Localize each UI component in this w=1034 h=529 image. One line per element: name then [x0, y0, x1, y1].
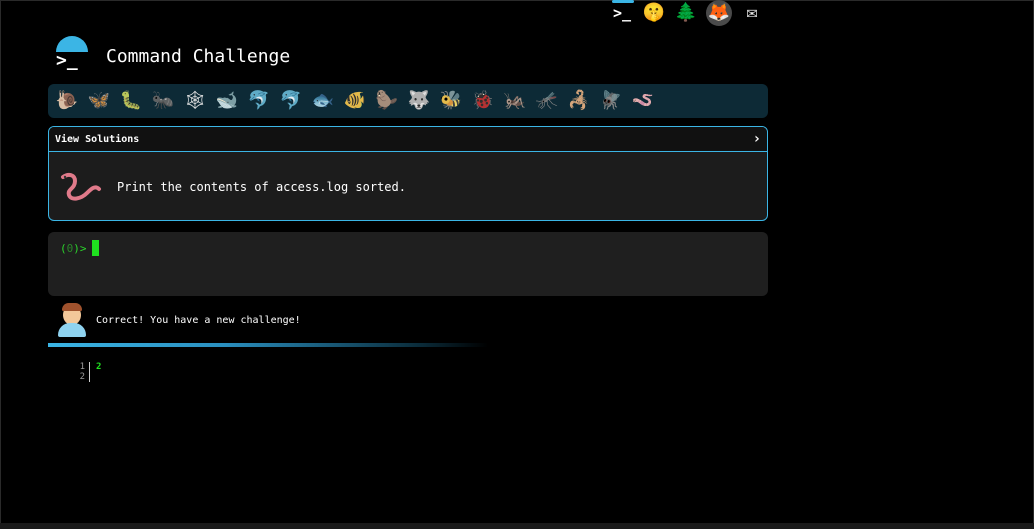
challenge-panel: View Solutions › Print the contents of a…	[48, 126, 768, 221]
command-output: 2	[96, 362, 101, 382]
spider-web-icon[interactable]: 🕸	[182, 88, 208, 114]
view-solutions-toggle[interactable]: View Solutions ›	[49, 127, 767, 152]
app-logo[interactable]: >_	[52, 36, 90, 72]
worm-icon[interactable]: 🪱	[630, 88, 656, 114]
terminal-prompt: (0)>	[60, 242, 87, 255]
caterpillar-icon[interactable]: 🐛	[118, 88, 144, 114]
tropical-fish-icon[interactable]: 🐠	[342, 88, 368, 114]
avatar	[56, 303, 88, 337]
divider-bar	[48, 343, 488, 347]
worm-icon	[61, 172, 101, 201]
ladybug-icon[interactable]: 🐞	[470, 88, 496, 114]
output-line: 2	[96, 362, 102, 372]
avatar-body	[58, 323, 86, 337]
bee-icon[interactable]: 🐝	[438, 88, 464, 114]
line-number: 1	[79, 362, 85, 372]
dolphin-icon-2[interactable]: 🐬	[278, 88, 304, 114]
terminal-input[interactable]: (0)>	[48, 232, 768, 296]
prompt-close: )>	[73, 242, 87, 255]
prompt-open: (	[60, 242, 67, 255]
butterfly-icon[interactable]: 🦋	[86, 88, 112, 114]
beaver-icon[interactable]: 🦫	[374, 88, 400, 114]
terminal-icon[interactable]: >_	[610, 0, 634, 24]
tree-icon[interactable]: 🌲	[674, 2, 698, 24]
mail-icon[interactable]: ✉	[740, 2, 764, 24]
line-number: 2	[79, 372, 85, 382]
cricket-icon[interactable]: 🦗	[502, 88, 528, 114]
bottom-scrollbar[interactable]	[0, 523, 1034, 529]
status-message: Correct! You have a new challenge!	[96, 315, 301, 326]
wolf-icon[interactable]: 🐺	[406, 88, 432, 114]
mosquito-icon[interactable]: 🦟	[534, 88, 560, 114]
gitlab-icon[interactable]: 🦊	[706, 0, 732, 26]
ant-icon[interactable]: 🐜	[150, 88, 176, 114]
snail-icon[interactable]: 🐌	[54, 88, 80, 114]
view-solutions-label: View Solutions	[55, 133, 140, 145]
challenge-progress-strip: 🐌 🦋 🐛 🐜 🕸 🐋 🐬 🐬 🐟 🐠 🦫 🐺 🐝 🐞 🦗 🦟 🦂 🪰 🪱	[48, 84, 768, 118]
dolphin-icon[interactable]: 🐬	[246, 88, 272, 114]
challenge-description: Print the contents of access.log sorted.	[117, 180, 406, 194]
fly-icon[interactable]: 🪰	[598, 88, 624, 114]
terminal-cursor	[92, 240, 99, 256]
output-line-numbers: 1 2	[70, 362, 90, 382]
page-title[interactable]: Command Challenge	[106, 46, 290, 67]
challenge-body: Print the contents of access.log sorted.	[49, 152, 767, 220]
scorpion-icon[interactable]: 🦂	[566, 88, 592, 114]
fish-icon[interactable]: 🐟	[310, 88, 336, 114]
logo-prompt-icon: >_	[56, 50, 78, 71]
top-nav-icons: >_ 🤫 🌲 🦊 ✉	[610, 0, 764, 26]
whale-icon[interactable]: 🐋	[214, 88, 240, 114]
chevron-right-icon[interactable]: ›	[753, 131, 761, 147]
avatar-hair	[62, 303, 82, 311]
shush-face-icon[interactable]: 🤫	[642, 2, 666, 24]
